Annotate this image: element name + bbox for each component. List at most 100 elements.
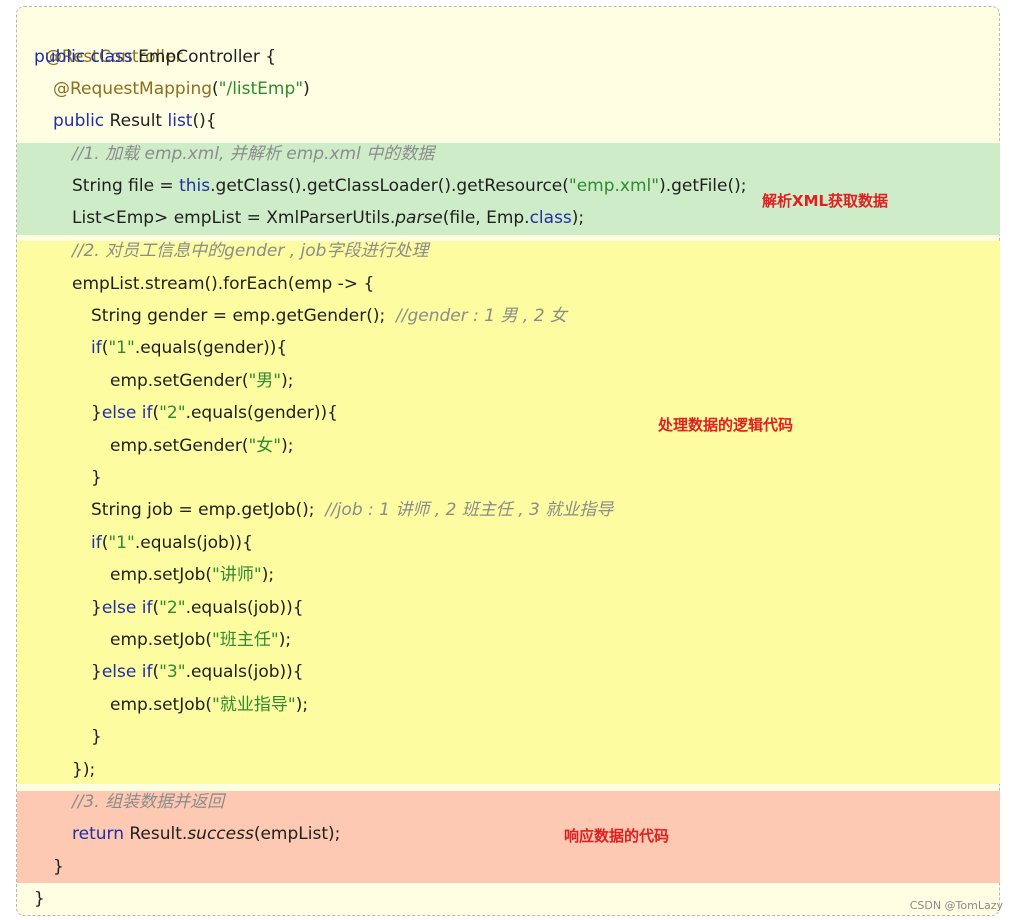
- code-text: }: [53, 857, 64, 877]
- code-line: }else if("3".equals(job)){: [91, 656, 304, 688]
- code-text: }: [91, 662, 102, 682]
- code-string: "1": [108, 533, 135, 553]
- code-line: if("1".equals(gender)){: [91, 332, 287, 364]
- code-line: }: [53, 851, 64, 883]
- code-text: emp.setJob(: [110, 565, 213, 585]
- code-line: });: [72, 754, 95, 786]
- code-keyword: if: [91, 533, 102, 553]
- code-line: return Result.success(empList);: [72, 818, 340, 850]
- code-annotation: @RequestMapping: [53, 79, 213, 99]
- code-text: emp.setGender(: [110, 436, 249, 456]
- code-text: .equals(job)){: [134, 533, 253, 553]
- code-text: List<Emp> empList = XmlParserUtils.: [72, 208, 396, 228]
- code-text: ).getFile();: [659, 176, 747, 196]
- code-keyword: class: [529, 208, 572, 228]
- code-line: List<Emp> empList = XmlParserUtils.parse…: [72, 202, 584, 234]
- code-line: //1. 加载 emp.xml, 并解析 emp.xml 中的数据: [72, 138, 434, 170]
- code-text: emp.setJob(: [110, 695, 213, 715]
- code-line: //2. 对员工信息中的gender , job字段进行处理: [72, 235, 428, 267]
- code-line: String file = this.getClass().getClassLo…: [72, 170, 746, 202]
- response-section-note: 响应数据的代码: [564, 827, 670, 845]
- code-text: (file, Emp.: [442, 208, 530, 228]
- code-line: }else if("2".equals(job)){: [91, 592, 304, 624]
- code-keyword: this: [179, 176, 211, 196]
- code-text: }: [91, 468, 102, 488]
- code-text: );: [571, 208, 585, 228]
- code-keyword: else: [101, 598, 137, 618]
- code-text: Result: [104, 111, 168, 131]
- code-text: (: [212, 79, 219, 99]
- code-text: });: [72, 760, 96, 780]
- code-text: .equals(gender)){: [185, 403, 338, 423]
- code-text: (){: [192, 111, 217, 131]
- code-text: .equals(gender)){: [134, 338, 288, 358]
- code-string: "emp.xml": [568, 176, 660, 196]
- code-text: (empList);: [253, 824, 341, 844]
- code-string: "就业指导": [212, 695, 296, 715]
- code-text: .equals(job)){: [185, 598, 304, 618]
- code-comment: //gender : 1 男 , 2 女: [396, 306, 567, 326]
- code-text: emp.setJob(: [110, 630, 213, 650]
- code-string: "/listEmp": [218, 79, 304, 99]
- code-text: }: [91, 403, 102, 423]
- code-text: }: [34, 889, 45, 909]
- code-method-name: list: [167, 111, 193, 131]
- code-line: emp.setGender("女");: [110, 430, 294, 462]
- code-line: if("1".equals(job)){: [91, 527, 253, 559]
- code-line: @RestController: [34, 9, 183, 67]
- process-section-note: 处理数据的逻辑代码: [658, 416, 794, 434]
- code-string: "3": [159, 662, 186, 682]
- code-text: empList.stream().forEach(emp -> {: [72, 274, 375, 294]
- code-text: );: [281, 371, 294, 391]
- code-text: .getClass().getClassLoader().getResource…: [210, 176, 569, 196]
- code-text: );: [278, 630, 292, 650]
- code-text: emp.setGender(: [110, 371, 249, 391]
- code-text: .equals(job)){: [185, 662, 304, 682]
- code-line: public class EmpController {: [34, 41, 276, 73]
- code-keyword: if: [141, 403, 153, 423]
- code-line: String job = emp.getJob(); //job : 1 讲师 …: [91, 494, 613, 526]
- code-line: }: [91, 462, 102, 494]
- code-line: }else if("2".equals(gender)){: [91, 397, 338, 429]
- code-text: );: [261, 565, 275, 585]
- code-line: @RequestMapping("/listEmp"): [53, 73, 310, 105]
- code-line: }: [91, 721, 102, 753]
- code-string: "讲师": [212, 565, 262, 585]
- code-keyword: if: [91, 338, 102, 358]
- code-text: String file =: [72, 176, 180, 196]
- code-string: "男": [248, 371, 282, 391]
- code-text: );: [295, 695, 309, 715]
- code-keyword: public: [53, 111, 105, 131]
- code-keyword: else: [101, 403, 137, 423]
- code-text: String job = emp.getJob();: [91, 500, 326, 520]
- code-keyword: if: [141, 662, 153, 682]
- code-line: public Result list(){: [53, 105, 217, 137]
- code-text: }: [91, 598, 102, 618]
- code-line: empList.stream().forEach(emp -> {: [72, 268, 374, 300]
- code-text: );: [281, 436, 294, 456]
- code-comment: //job : 1 讲师 , 2 班主任 , 3 就业指导: [325, 500, 614, 520]
- code-line: //3. 组装数据并返回: [72, 786, 224, 818]
- code-static-method: success: [187, 824, 254, 844]
- code-keyword: if: [141, 598, 153, 618]
- code-text: Result.: [123, 824, 188, 844]
- code-keyword: return: [72, 824, 124, 844]
- parse-section-note: 解析XML获取数据: [762, 192, 889, 210]
- code-string: "2": [159, 403, 186, 423]
- code-comment: //2. 对员工信息中的gender , job字段进行处理: [72, 241, 429, 261]
- code-text: String gender = emp.getGender();: [91, 306, 397, 326]
- code-text: EmpController {: [132, 47, 277, 67]
- code-string: "女": [248, 436, 282, 456]
- code-comment: //3. 组装数据并返回: [72, 792, 225, 812]
- code-string: "1": [108, 338, 135, 358]
- code-keyword: public class: [34, 47, 133, 67]
- code-string: "2": [159, 598, 186, 618]
- code-string: "班主任": [212, 630, 279, 650]
- code-line: String gender = emp.getGender(); //gende…: [91, 300, 567, 332]
- code-line: emp.setGender("男");: [110, 365, 294, 397]
- code-line: emp.setJob("就业指导");: [110, 689, 308, 721]
- code-comment: //1. 加载 emp.xml, 并解析 emp.xml 中的数据: [72, 144, 435, 164]
- code-line: }: [34, 883, 45, 915]
- code-line: emp.setJob("讲师");: [110, 559, 274, 591]
- watermark: CSDN @TomLazy: [909, 899, 1003, 912]
